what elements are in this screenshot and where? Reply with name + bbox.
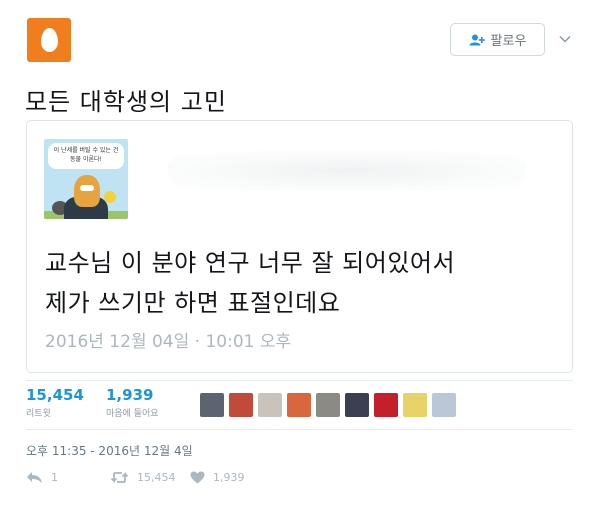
retweet-label: 리트윗: [26, 409, 51, 419]
like-label: 마음에 들어요: [106, 409, 159, 419]
quoted-text-line-1: 교수님 이 분야 연구 너무 잘 되어있어서: [45, 249, 456, 277]
tweet-timestamp[interactable]: 오후 11:35 - 2016년 12월 4일: [26, 442, 193, 459]
heart-icon: [190, 471, 205, 484]
quoted-tweet-card[interactable]: 이 난세를 버틸 수 있는 건 동물 이론다! 교수님 이 분야 연구 너무 잘…: [26, 120, 573, 373]
liker-avatar[interactable]: [287, 393, 311, 417]
reply-count: 1: [51, 471, 58, 484]
quoted-text-line-2: 제가 쓰기만 하면 표절인데요: [45, 289, 341, 317]
liker-avatar[interactable]: [374, 393, 398, 417]
like-action-count: 1,939: [213, 471, 245, 484]
reply-icon: [27, 472, 42, 483]
like-stat[interactable]: 1,939 마음에 들어요: [106, 386, 159, 419]
egg-icon: [40, 28, 58, 52]
like-button[interactable]: 1,939: [190, 471, 245, 484]
more-options-button[interactable]: [556, 30, 574, 48]
tweet-text: 모든 대학생의 고민: [25, 88, 227, 116]
liker-avatars: [200, 393, 456, 417]
liker-avatar[interactable]: [403, 393, 427, 417]
liker-avatar[interactable]: [345, 393, 369, 417]
quoted-date: 2016년 12월 04일 · 10:01 오후: [45, 332, 292, 352]
liker-avatar[interactable]: [258, 393, 282, 417]
follow-button[interactable]: 팔로우: [450, 23, 545, 56]
avatar-speech-bubble: 이 난세를 버틸 수 있는 건 동물 이론다!: [48, 143, 124, 169]
follow-label: 팔로우: [490, 34, 527, 49]
liker-avatar[interactable]: [200, 393, 224, 417]
liker-avatar[interactable]: [316, 393, 340, 417]
retweet-stat[interactable]: 15,454 리트윗: [26, 386, 84, 419]
blurred-username: [167, 151, 527, 191]
reply-button[interactable]: 1: [26, 471, 110, 484]
retweet-count: 15,454: [26, 386, 84, 404]
retweet-action-count: 15,454: [137, 471, 176, 484]
tweet-stats: 15,454 리트윗 1,939 마음에 들어요: [26, 380, 573, 430]
liker-avatar[interactable]: [229, 393, 253, 417]
quoted-avatar: 이 난세를 버틸 수 있는 건 동물 이론다!: [44, 139, 128, 219]
retweet-button[interactable]: 15,454: [110, 471, 190, 484]
liker-avatar[interactable]: [432, 393, 456, 417]
like-count: 1,939: [106, 386, 154, 404]
tweet-actions: 1 15,454 1,939: [26, 471, 245, 484]
add-user-icon: [469, 34, 485, 45]
retweet-icon: [110, 471, 129, 484]
profile-avatar[interactable]: [27, 18, 71, 62]
chevron-down-icon: [559, 35, 571, 43]
